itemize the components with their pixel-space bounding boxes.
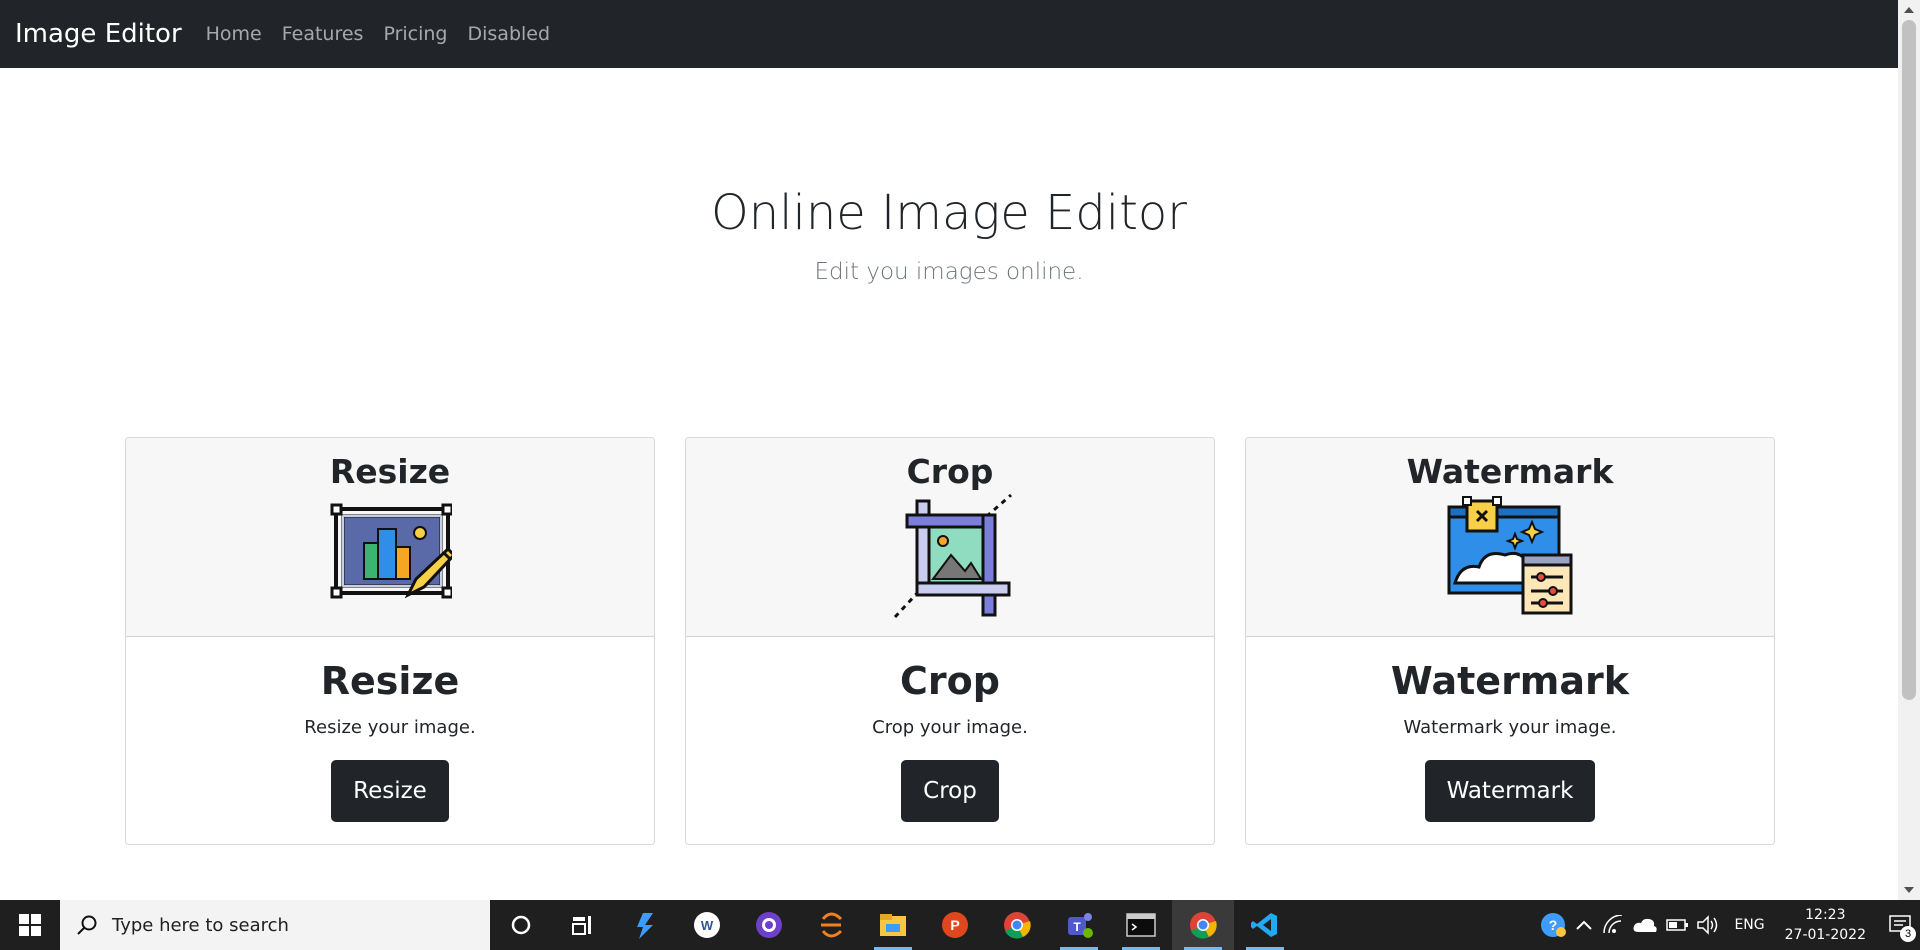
card-body: Crop Crop your image. Crop [686,659,1214,822]
help-icon[interactable]: ? [1540,912,1567,938]
page-title: Online Image Editor [710,185,1188,241]
clock[interactable]: 12:23 27-01-2022 [1785,905,1866,945]
onedrive-cloud-icon[interactable] [1632,916,1658,934]
vscode-icon[interactable] [1234,900,1296,950]
resize-icon [330,503,452,599]
scrollbar-thumb[interactable] [1902,20,1916,700]
crop-button[interactable]: Crop [901,760,999,822]
hero-section: Online Image Editor Edit you images onli… [0,185,1898,285]
card-header-title: Watermark [1406,452,1614,491]
notification-count-badge: 3 [1900,926,1916,942]
svg-text:?: ? [1549,917,1558,933]
svg-text:T: T [1073,920,1081,934]
nav-link-disabled: Disabled [467,23,551,45]
resize-button[interactable]: Resize [331,760,449,822]
card-body: Resize Resize your image. Resize [126,659,654,822]
card-header-title: Resize [329,452,451,491]
github-desktop-icon[interactable] [738,900,800,950]
card-title: Watermark [1390,659,1630,703]
nav-link-pricing[interactable]: Pricing [383,23,447,45]
card-text: Resize your image. [304,717,476,738]
card-text: Watermark your image. [1403,717,1617,738]
clock-time: 12:23 [1805,907,1846,923]
watermark-icon [1447,496,1573,615]
watermark-card: Watermark Watermark Watermark your image… [1245,437,1775,845]
scroll-down-arrow-icon[interactable] [1904,887,1914,893]
card-header: Crop [686,438,1214,637]
watermark-button[interactable]: Watermark [1424,760,1596,822]
show-hidden-icons-chevron-icon[interactable] [1574,918,1594,932]
nav-link-home[interactable]: Home [206,23,262,45]
search-icon [77,915,97,935]
notification-center-button[interactable]: 3 [1880,900,1920,950]
card-title: Resize [320,659,460,703]
svg-text:P: P [950,917,959,933]
eclipse-icon[interactable] [800,900,862,950]
scroll-up-arrow-icon[interactable] [1904,7,1914,13]
top-navbar: Image Editor Home Features Pricing Disab… [0,0,1898,68]
crop-card: Crop Crop Crop your image. Crop [685,437,1215,845]
windows-logo-icon [19,914,41,936]
card-body: Watermark Watermark your image. Watermar… [1246,659,1774,822]
svg-text:W: W [701,918,714,933]
resize-card: Resize Resize Resize your image. Resize [125,437,655,845]
card-header: Watermark [1246,438,1774,637]
task-view-icon[interactable] [552,900,614,950]
file-explorer-icon[interactable] [862,900,924,950]
start-button[interactable] [0,900,60,950]
taskbar-search-input[interactable]: Type here to search [60,900,490,950]
teams-icon[interactable]: T [1048,900,1110,950]
clock-date: 27-01-2022 [1784,927,1866,943]
volume-icon[interactable] [1696,915,1720,935]
card-header-title: Crop [906,452,994,491]
page-subtitle: Edit you images online. [814,259,1084,285]
battery-icon[interactable] [1666,917,1690,933]
crop-icon [893,493,1012,619]
wifi-icon[interactable] [1602,915,1624,935]
windows-taskbar: Type here to search W P T ? ENG 12:23 27… [0,900,1920,950]
card-title: Crop [900,659,1000,703]
azure-data-studio-icon[interactable] [614,900,676,950]
card-text: Crop your image. [872,717,1028,738]
word-icon[interactable]: W [676,900,738,950]
system-tray: ? ENG 12:23 27-01-2022 3 [1540,900,1920,950]
cortana-icon[interactable] [490,900,552,950]
chrome-active-icon[interactable] [1172,900,1234,950]
terminal-icon[interactable] [1110,900,1172,950]
search-placeholder: Type here to search [112,914,289,936]
language-indicator[interactable]: ENG [1734,917,1764,933]
nav-link-features[interactable]: Features [282,23,364,45]
postman-icon[interactable]: P [924,900,986,950]
chrome-icon[interactable] [986,900,1048,950]
navbar-brand[interactable]: Image Editor [15,19,182,49]
card-header: Resize [126,438,654,637]
page-scrollbar[interactable] [1898,0,1920,900]
